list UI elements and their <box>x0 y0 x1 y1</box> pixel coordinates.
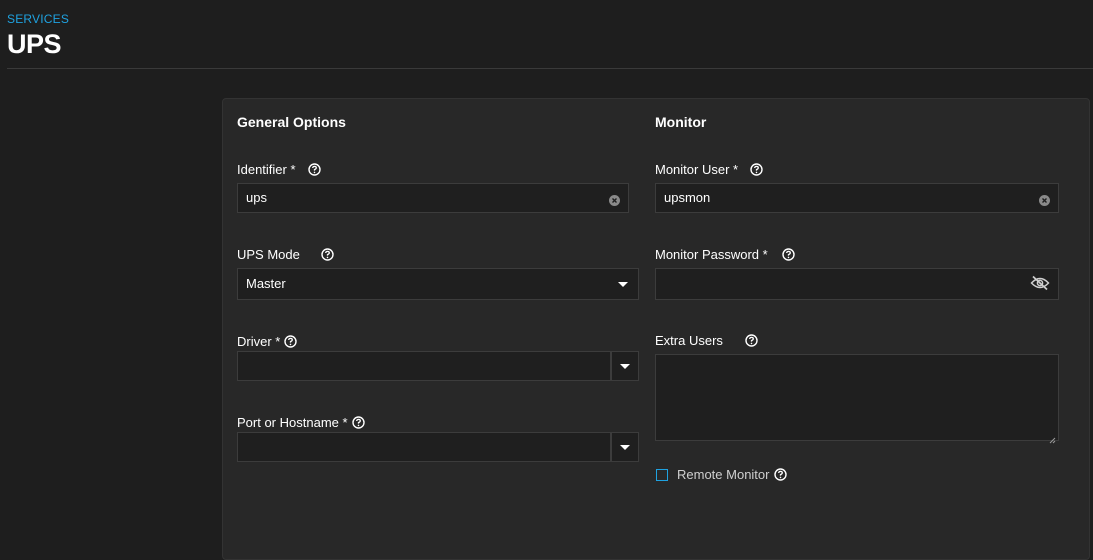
header-divider <box>7 68 1093 69</box>
chevron-down-icon <box>620 445 630 450</box>
port-dropdown-button[interactable] <box>611 432 639 462</box>
resize-grip-icon[interactable] <box>1049 431 1056 444</box>
port-input[interactable] <box>237 432 611 462</box>
help-icon[interactable] <box>307 163 321 176</box>
ups-mode-select[interactable]: Master <box>237 268 639 300</box>
general-options-title: General Options <box>237 114 346 130</box>
breadcrumb[interactable]: SERVICES <box>7 12 69 26</box>
monitor-password-input[interactable] <box>655 268 1059 300</box>
help-icon[interactable] <box>750 163 763 176</box>
clear-icon[interactable] <box>609 193 620 206</box>
help-icon[interactable] <box>782 248 795 261</box>
driver-input[interactable] <box>237 351 611 381</box>
chevron-down-icon <box>620 364 630 369</box>
help-icon[interactable] <box>284 335 298 348</box>
driver-label: Driver * <box>237 334 298 349</box>
extra-users-label: Extra Users <box>655 333 758 348</box>
monitor-user-value: upsmon <box>664 190 711 205</box>
help-icon[interactable] <box>774 468 788 481</box>
port-label: Port or Hostname * <box>237 415 365 430</box>
remote-monitor-label-text: Remote Monitor <box>677 467 770 482</box>
identifier-input[interactable]: ups <box>237 183 629 213</box>
driver-dropdown-button[interactable] <box>611 351 639 381</box>
page-header: SERVICES UPS <box>0 0 1093 70</box>
ups-settings-card: General Options Identifier * ups UPS Mod… <box>222 98 1090 560</box>
page-title: UPS <box>7 29 62 59</box>
port-label-text: Port or Hostname * <box>237 415 348 430</box>
help-icon[interactable] <box>351 416 365 429</box>
ups-mode-label: UPS Mode <box>237 247 334 262</box>
identifier-label: Identifier * <box>237 162 321 177</box>
help-icon[interactable] <box>321 248 334 261</box>
monitor-user-label: Monitor User * <box>655 162 763 177</box>
driver-label-text: Driver * <box>237 334 281 349</box>
identifier-value: ups <box>246 190 267 205</box>
chevron-down-icon <box>618 282 628 287</box>
clear-icon[interactable] <box>1039 193 1050 206</box>
help-icon[interactable] <box>745 334 758 347</box>
monitor-password-label-text: Monitor Password * <box>655 247 768 262</box>
ups-mode-label-text: UPS Mode <box>237 247 300 262</box>
extra-users-textarea[interactable] <box>655 354 1059 444</box>
remote-monitor-label[interactable]: Remote Monitor <box>677 467 788 482</box>
extra-users-label-text: Extra Users <box>655 333 723 348</box>
monitor-title: Monitor <box>655 114 707 130</box>
remote-monitor-checkbox[interactable] <box>656 469 668 481</box>
monitor-user-input[interactable]: upsmon <box>655 183 1059 213</box>
identifier-label-text: Identifier * <box>237 162 296 177</box>
monitor-password-label: Monitor Password * <box>655 247 795 262</box>
eye-off-icon[interactable] <box>1030 275 1050 291</box>
ups-mode-value: Master <box>246 276 286 291</box>
monitor-user-label-text: Monitor User * <box>655 162 739 177</box>
